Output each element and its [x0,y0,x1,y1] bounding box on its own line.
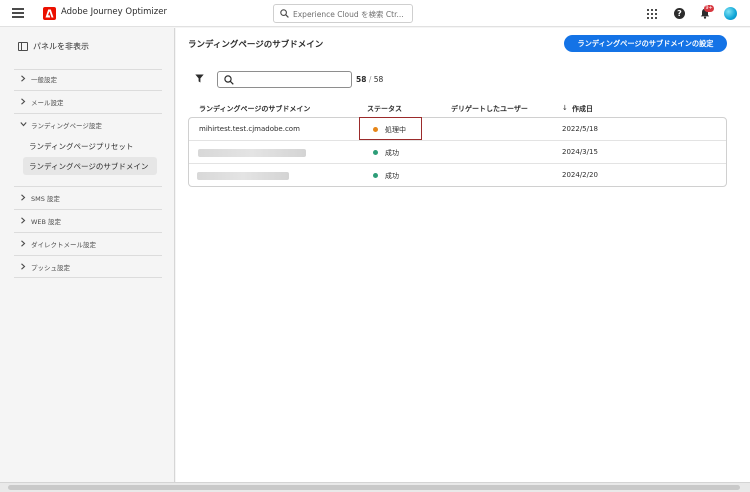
search-placeholder: Experience Cloud を検索 Ctr... [293,10,404,19]
filter-icon[interactable] [195,74,204,83]
divider [14,209,162,210]
result-count: 58 / 58 [356,75,383,84]
created-cell: 2024/3/15 [562,148,598,156]
notification-badge: 9+ [704,5,714,12]
divider [14,90,162,91]
sidebar-item-label: 一般設定 [31,76,57,84]
sidebar-item-label: WEB 設定 [31,218,62,226]
panel-icon [18,42,28,51]
sidebar-item-label: メール設定 [31,99,64,107]
main-content: ランディングページのサブドメイン ランディングページのサブドメインの設定 58 … [176,28,750,482]
status-dot [373,150,378,155]
divider [14,255,162,256]
app-title[interactable]: Adobe Journey Optimizer [61,7,167,17]
sidebar-item-label: SMS 設定 [31,195,60,203]
help-icon[interactable]: ? [674,8,685,19]
adobe-logo-icon[interactable] [43,7,56,20]
sidebar-item-label: ダイレクトメール設定 [31,241,96,249]
avatar[interactable] [724,7,737,20]
top-bar: Adobe Journey Optimizer Experience Cloud… [0,0,750,27]
redacted-subdomain [198,149,306,157]
app-switcher-icon[interactable] [647,9,657,19]
column-header-status[interactable]: ステータス [367,104,402,114]
page-title: ランディングページのサブドメイン [188,40,324,50]
search-icon [224,75,234,85]
sidebar-subitem-landing-page-subdomains[interactable]: ランディングページのサブドメイン [23,157,157,175]
divider [14,113,162,114]
chevron-right-icon [21,240,26,247]
column-header-subdomain[interactable]: ランディングページのサブドメイン [199,104,310,114]
sidebar-item-label: ランディングページ設定 [31,122,102,130]
status-cell: 成功 [385,149,399,157]
count-separator: / [368,75,372,84]
sidebar-item-label: プッシュ設定 [31,264,70,272]
divider [14,232,162,233]
chevron-right-icon [21,217,26,224]
column-header-delegated-user[interactable]: デリゲートしたユーザー [451,104,528,114]
chevron-right-icon [21,98,26,105]
chevron-down-icon [20,122,27,127]
status-highlight-box [359,117,422,140]
sort-descending-icon[interactable]: ↓ [562,104,568,112]
chevron-right-icon [21,75,26,82]
hamburger-menu-icon[interactable] [12,8,24,18]
chevron-right-icon [21,194,26,201]
subdomains-table: mihirtest.test.cjmadobe.com 処理中 2022/5/1… [188,117,727,187]
status-dot [373,173,378,178]
count-shown: 58 [356,75,367,84]
divider [14,277,162,278]
sidebar: パネルを非表示 一般設定 メール設定 ランディングページ設定 ランディングページ… [0,28,175,482]
table-row[interactable]: mihirtest.test.cjmadobe.com 処理中 2022/5/1… [189,118,726,141]
table-row[interactable]: 成功 2024/3/15 [189,141,726,164]
divider [14,69,162,70]
chevron-right-icon [21,263,26,270]
scrollbar-thumb[interactable] [8,485,740,490]
table-row[interactable]: 成功 2024/2/20 [189,164,726,187]
sidebar-subitem-landing-page-presets[interactable]: ランディングページプリセット [29,141,133,152]
count-total: 58 [373,75,384,84]
search-icon [280,9,289,18]
created-cell: 2024/2/20 [562,171,598,179]
subdomain-cell[interactable]: mihirtest.test.cjmadobe.com [199,125,300,133]
created-cell: 2022/5/18 [562,125,598,133]
table-search-input[interactable] [217,71,352,88]
configure-subdomain-button[interactable]: ランディングページのサブドメインの設定 [564,35,727,52]
redacted-subdomain [197,172,289,180]
divider [14,186,162,187]
horizontal-scrollbar[interactable] [0,482,750,492]
column-header-created[interactable]: 作成日 [572,104,593,114]
status-cell: 成功 [385,172,399,180]
hide-panel-label: パネルを非表示 [33,42,89,51]
global-search-input[interactable]: Experience Cloud を検索 Ctr... [273,4,413,23]
